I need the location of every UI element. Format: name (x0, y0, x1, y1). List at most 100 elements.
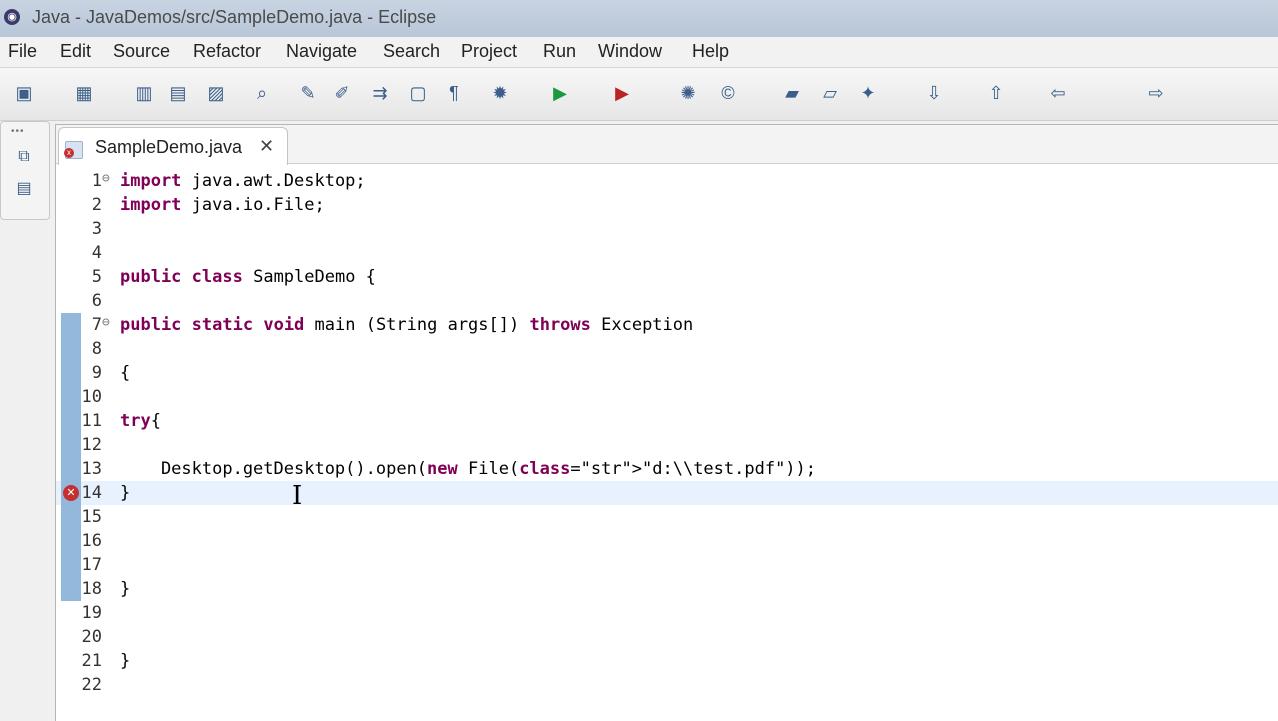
fold-icon[interactable]: ⊖ (102, 171, 110, 186)
next-icon[interactable]: ⇉ (368, 81, 392, 105)
line-number: 21 (81, 651, 102, 671)
code-line[interactable]: 18} (56, 577, 1278, 601)
close-icon[interactable]: ✕ (259, 136, 274, 157)
grip-icon[interactable]: ••• (11, 126, 25, 137)
code-line[interactable]: 16 (56, 529, 1278, 553)
line-number: 4 (91, 243, 102, 263)
code-line[interactable]: 13 Desktop.getDesktop().open(new File(cl… (56, 457, 1278, 481)
code-editor[interactable]: x SampleDemo.java ✕ 1 ⊖ import java.awt.De… (55, 124, 1278, 721)
save-all-icon[interactable]: ▤ (166, 81, 190, 105)
code-text[interactable]: { (120, 363, 130, 383)
title-bar: ◉ Java - JavaDemos/src/SampleDemo.java -… (0, 0, 1278, 37)
run-external-icon[interactable]: ▶ (610, 81, 634, 105)
prev-annotation-icon[interactable]: ⇧ (984, 81, 1008, 105)
new-class-icon[interactable]: © (716, 81, 740, 105)
code-line[interactable]: 1 ⊖ import java.awt.Desktop; (56, 169, 1278, 193)
next-annotation-icon[interactable]: ⇩ (922, 81, 946, 105)
line-number: 1 (91, 171, 102, 191)
menu-project[interactable]: Project (461, 41, 517, 62)
line-number: 11 (81, 411, 102, 431)
package-explorer-icon[interactable]: ▤ (15, 180, 33, 198)
menu-navigate[interactable]: Navigate (286, 41, 357, 62)
code-area[interactable]: 1 ⊖ import java.awt.Desktop; 2 import java.i… (56, 169, 1278, 721)
menu-window[interactable]: Window (598, 41, 662, 62)
menu-refactor[interactable]: Refactor (193, 41, 261, 62)
line-number: 3 (91, 219, 102, 239)
code-text[interactable]: try{ (120, 411, 161, 431)
line-number: 17 (81, 555, 102, 575)
show-whitespace-icon[interactable]: ¶ (442, 81, 466, 105)
tab-sampledemo[interactable]: x SampleDemo.java ✕ (58, 127, 288, 165)
code-line[interactable]: 22 (56, 673, 1278, 697)
fold-icon[interactable]: ⊖ (102, 315, 110, 330)
code-line[interactable]: 19 (56, 601, 1278, 625)
line-number: 16 (81, 531, 102, 551)
eclipse-icon: ◉ (4, 9, 20, 25)
code-line[interactable]: 20 (56, 625, 1278, 649)
java-file-icon: x (64, 141, 83, 159)
code-text[interactable]: import java.io.File; (120, 195, 325, 215)
code-line[interactable]: 9{ (56, 361, 1278, 385)
menu-edit[interactable]: Edit (60, 41, 91, 62)
line-number: 18 (81, 579, 102, 599)
code-line[interactable]: 6 (56, 289, 1278, 313)
code-text[interactable]: } (120, 651, 130, 671)
code-text[interactable]: } (120, 483, 130, 503)
new-package-icon[interactable]: ✺ (676, 81, 700, 105)
menu-file[interactable]: File (8, 41, 37, 62)
code-line[interactable]: 17 (56, 553, 1278, 577)
menu-search[interactable]: Search (383, 41, 440, 62)
restore-icon[interactable]: ⧉ (15, 148, 33, 166)
code-line[interactable]: 21} (56, 649, 1278, 673)
line-number: 13 (81, 459, 102, 479)
menu-bar: File Edit Source Refactor Navigate Search Proj… (0, 37, 1278, 68)
annotation-icon[interactable]: ✐ (330, 81, 354, 105)
print-icon[interactable]: ▨ (204, 81, 228, 105)
forward-icon[interactable]: ⇨ (1144, 81, 1168, 105)
error-marker-icon[interactable]: ✕ (63, 485, 79, 501)
open-folder2-icon[interactable]: ▱ (818, 81, 842, 105)
menu-run[interactable]: Run (543, 41, 576, 62)
wand-icon[interactable]: ✦ (856, 81, 880, 105)
open-folder-icon[interactable]: ▰ (780, 81, 804, 105)
open-type-icon[interactable]: ✎ (296, 81, 320, 105)
debug-icon[interactable]: ✹ (488, 81, 512, 105)
code-line[interactable]: 5 public class SampleDemo { (56, 265, 1278, 289)
code-line[interactable]: 3 (56, 217, 1278, 241)
search-icon[interactable]: ⌕ (250, 81, 274, 105)
code-text[interactable]: public static void main (String args[]) … (120, 315, 693, 335)
toggle-icon[interactable]: ▢ (406, 81, 430, 105)
run-icon[interactable]: ▶ (548, 81, 572, 105)
code-text[interactable]: public class SampleDemo { (120, 267, 376, 287)
line-number: 7 (91, 315, 102, 335)
save-icon[interactable]: ▥ (132, 81, 156, 105)
new-icon[interactable]: ▣ (12, 81, 36, 105)
code-line[interactable]: ✕ 14} (56, 481, 1278, 505)
line-number: 20 (81, 627, 102, 647)
code-line[interactable]: 12 (56, 433, 1278, 457)
code-text[interactable]: import java.awt.Desktop; (120, 171, 366, 191)
line-number: 12 (81, 435, 102, 455)
menu-help[interactable]: Help (692, 41, 729, 62)
new-type-icon[interactable]: ▦ (72, 81, 96, 105)
code-line[interactable]: 11 try{ (56, 409, 1278, 433)
code-text[interactable]: } (120, 579, 130, 599)
code-line[interactable]: 8 (56, 337, 1278, 361)
line-number: 6 (91, 291, 102, 311)
left-trim-bar: ••• ⧉ ▤ (0, 121, 50, 220)
line-number: 10 (81, 387, 102, 407)
code-line[interactable]: 2 import java.io.File; (56, 193, 1278, 217)
code-text[interactable]: Desktop.getDesktop().open(new File(class… (120, 459, 816, 479)
toolbar: ▣ ▦ ▥ ▤ ▨ ⌕ ✎ ✐ ⇉ ▢ ¶ ✹ ▶ ▶ ✺ © ▰ ▱ ✦ ⇩ ⇧ ⇦ ⇨ (0, 68, 1278, 121)
menu-source[interactable]: Source (113, 41, 170, 62)
editor-tab-bar: x SampleDemo.java ✕ (56, 125, 1278, 165)
line-number: 14 (81, 483, 102, 503)
line-number: 22 (81, 675, 102, 695)
code-line[interactable]: 4 (56, 241, 1278, 265)
error-overlay-icon: x (64, 148, 74, 158)
back-icon[interactable]: ⇦ (1046, 81, 1070, 105)
line-number: 19 (81, 603, 102, 623)
code-line[interactable]: 7 ⊖ public static void main (String args[]… (56, 313, 1278, 337)
code-line[interactable]: 10 (56, 385, 1278, 409)
code-line[interactable]: 15 (56, 505, 1278, 529)
